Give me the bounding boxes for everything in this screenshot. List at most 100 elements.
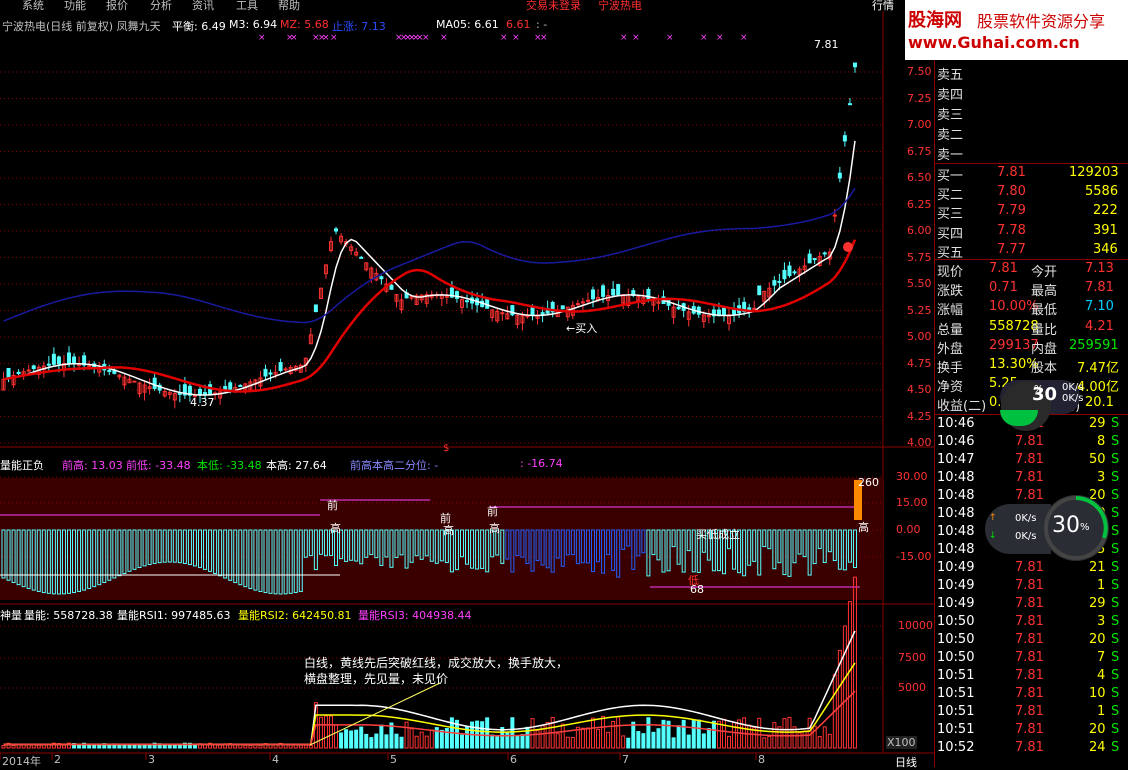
vol-bar bbox=[137, 745, 142, 749]
tick-side: S bbox=[1111, 596, 1120, 611]
stat-row[interactable]: 涨幅 10.00% 最低 7.10 bbox=[935, 298, 1128, 318]
widget-speed1: 0K/s bbox=[1015, 513, 1037, 524]
stat-value: 259591 bbox=[1069, 337, 1119, 353]
vol-bar bbox=[429, 729, 434, 749]
tick-time: 10:48 bbox=[937, 488, 975, 503]
buy-level-row[interactable]: 买五 7.77 346 bbox=[935, 241, 1128, 261]
vol-bar bbox=[711, 720, 716, 749]
signal-x-mark: × bbox=[716, 33, 724, 43]
candle-body bbox=[72, 356, 77, 365]
stat-label: 今开 bbox=[1031, 265, 1058, 280]
vol-bar bbox=[424, 735, 429, 749]
buy-level-row[interactable]: 买四 7.78 391 bbox=[935, 222, 1128, 242]
stat-value: 7.13 bbox=[1085, 261, 1114, 276]
tick-time: 10:46 bbox=[937, 434, 975, 449]
mid-label-gao: 高 bbox=[330, 522, 341, 535]
vol-bar bbox=[696, 719, 701, 749]
tick-row[interactable]: 10:49 7.81 29 S bbox=[935, 595, 1128, 614]
vol-bar bbox=[97, 744, 102, 749]
tick-side: S bbox=[1111, 722, 1120, 737]
buy-level-row[interactable]: 买一 7.81 129203 bbox=[935, 164, 1128, 184]
candle-body bbox=[31, 365, 36, 370]
buy-level-row[interactable]: 买三 7.79 222 bbox=[935, 202, 1128, 222]
logo-line2: www.Guhai.com.cn bbox=[908, 33, 1080, 52]
vol-rsi3: 量能RSI3: 404938.44 bbox=[358, 609, 472, 622]
tick-row[interactable]: 10:51 7.81 1 S bbox=[935, 703, 1128, 722]
tick-row[interactable]: 10:50 7.81 7 S bbox=[935, 649, 1128, 668]
candle-body bbox=[389, 284, 394, 290]
tick-row[interactable]: 10:50 7.81 20 S bbox=[935, 631, 1128, 650]
buy-price: 7.79 bbox=[997, 203, 1026, 219]
stat-row[interactable]: 现价 7.81 今开 7.13 bbox=[935, 260, 1128, 280]
stat-row[interactable]: 涨跌 0.71 最高 7.81 bbox=[935, 279, 1128, 299]
stat-label: 换手 bbox=[937, 361, 964, 376]
signal-x-mark: × bbox=[258, 33, 266, 43]
candle-body bbox=[46, 363, 51, 366]
stat-value: 7.10 bbox=[1085, 299, 1114, 315]
vol-bar bbox=[485, 717, 490, 749]
tick-volume: 4 bbox=[1097, 668, 1106, 683]
tick-row[interactable]: 10:48 7.81 3 S bbox=[935, 469, 1128, 488]
mid-label-260: 260 bbox=[858, 476, 879, 489]
tick-row[interactable]: 10:50 7.81 3 S bbox=[935, 613, 1128, 632]
period-button[interactable]: 日线 bbox=[895, 754, 917, 770]
vol-bar bbox=[142, 744, 147, 749]
candle-body bbox=[6, 367, 11, 378]
tick-row[interactable]: 10:51 7.81 4 S bbox=[935, 667, 1128, 686]
stat-value: 4.21 bbox=[1085, 318, 1114, 334]
vol-bar bbox=[686, 734, 691, 749]
sell-level-row[interactable]: 卖二 bbox=[935, 123, 1128, 143]
candle-body bbox=[278, 362, 283, 372]
vol-bar bbox=[354, 729, 359, 749]
tick-row[interactable]: 10:51 7.81 20 S bbox=[935, 721, 1128, 740]
tick-row[interactable]: 10:47 7.81 50 S bbox=[935, 451, 1128, 470]
vol-bar bbox=[41, 744, 46, 749]
buy-label: 买一 bbox=[937, 169, 964, 184]
sell-level-row[interactable]: 卖三 bbox=[935, 103, 1128, 123]
vol-bar bbox=[762, 737, 767, 749]
vol-scale-x100[interactable]: X100 bbox=[886, 736, 917, 749]
tick-volume: 1 bbox=[1097, 578, 1106, 593]
tick-volume: 20 bbox=[1089, 632, 1106, 647]
tick-row[interactable]: 10:51 7.81 10 S bbox=[935, 685, 1128, 704]
vol-bar bbox=[1, 745, 6, 749]
buy-level-row[interactable]: 买二 7.80 5586 bbox=[935, 183, 1128, 203]
tick-price: 7.81 bbox=[1015, 578, 1044, 593]
vol-bar bbox=[384, 734, 389, 749]
tick-row[interactable]: 10:46 7.81 8 S bbox=[935, 433, 1128, 452]
candle-body bbox=[812, 258, 817, 261]
price-tick: 4.00 bbox=[907, 436, 932, 449]
sell-level-row[interactable]: 卖一 bbox=[935, 143, 1128, 163]
sell-label: 卖二 bbox=[937, 128, 964, 143]
vol-bar bbox=[631, 721, 636, 749]
tick-row[interactable]: 10:52 7.81 24 S bbox=[935, 739, 1128, 758]
stat-row[interactable]: 外盘 299137 内盘 259591 bbox=[935, 337, 1128, 357]
vol-title: 神量 bbox=[0, 609, 22, 622]
price-tick: 6.75 bbox=[907, 144, 932, 158]
tick-volume: 1 bbox=[1097, 704, 1106, 719]
vol-bar bbox=[827, 733, 832, 749]
candlesticks bbox=[1, 62, 857, 409]
sell-label: 卖一 bbox=[937, 148, 964, 163]
sell-level-row[interactable]: 卖五 bbox=[935, 63, 1128, 83]
stat-row[interactable]: 总量 558728 量比 4.21 bbox=[935, 318, 1128, 338]
vol-note-line2: 横盘整理，先见量，未见价 bbox=[304, 672, 449, 686]
tick-row[interactable]: 10:49 7.81 1 S bbox=[935, 577, 1128, 596]
site-logo: 股海网 股票软件资源分享 www.Guhai.com.cn bbox=[905, 0, 1128, 60]
vol-bar bbox=[505, 731, 510, 749]
vol-bar bbox=[802, 730, 807, 749]
indicator-m3: M3: 6.94 bbox=[229, 18, 278, 31]
vol-bar bbox=[364, 733, 369, 749]
widget-top-speed1: 0K/s bbox=[1062, 382, 1084, 393]
chart-canvas[interactable]: × ×× ××× × ××××××× × × × ×× × × × × × ×$ bbox=[0, 0, 934, 767]
indicator-mz: MZ: 5.68 bbox=[280, 18, 329, 31]
vol-tick: 10000 bbox=[898, 619, 933, 632]
signal-x-mark: × bbox=[700, 33, 708, 43]
vol-bar bbox=[21, 744, 26, 749]
tick-price: 7.81 bbox=[1015, 434, 1044, 449]
tick-price: 7.81 bbox=[1015, 686, 1044, 701]
vol-bar bbox=[233, 744, 238, 749]
sell-level-row[interactable]: 卖四 bbox=[935, 83, 1128, 103]
vol-bar bbox=[651, 731, 656, 749]
stat-row[interactable]: 换手 13.30% 股本 7.47亿 bbox=[935, 356, 1128, 376]
